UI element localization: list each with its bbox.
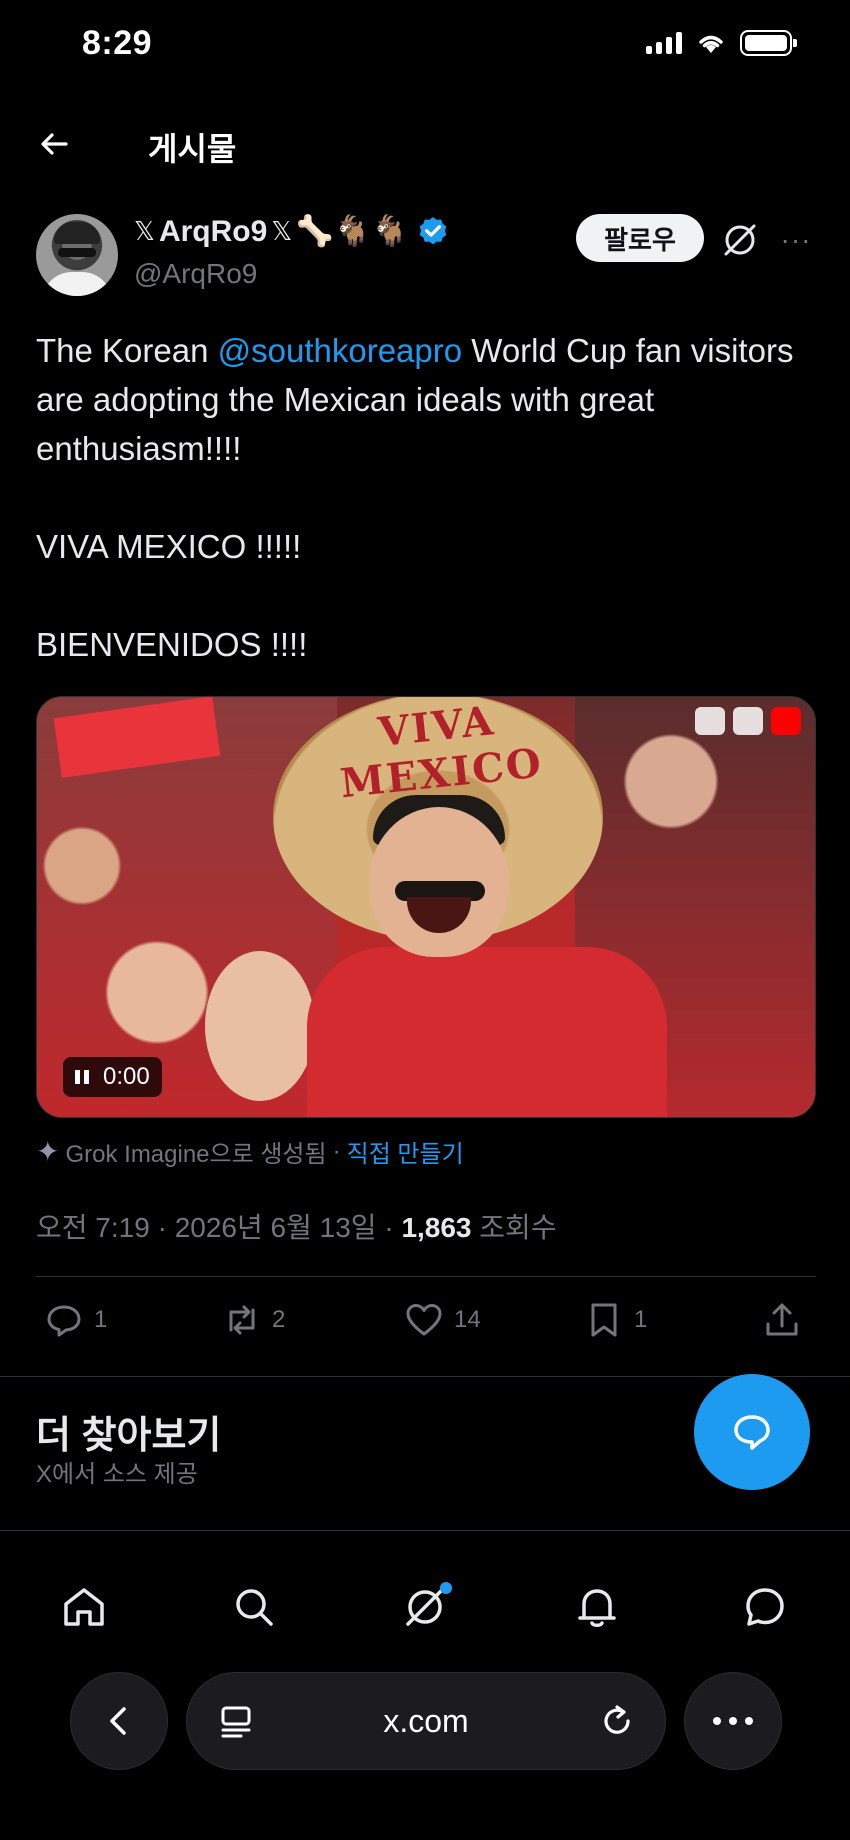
pause-icon[interactable] bbox=[75, 1070, 89, 1084]
bookmark-count: 1 bbox=[634, 1306, 648, 1333]
tweet-time: 오전 7:19 bbox=[36, 1212, 150, 1243]
like-button[interactable]: 14 bbox=[404, 1300, 481, 1340]
chevron-left-icon bbox=[110, 1707, 126, 1735]
share-icon bbox=[766, 1303, 798, 1336]
video-player[interactable]: VIVA MEXICO 0:00 bbox=[36, 696, 816, 1118]
tweet-text-start: The Korean bbox=[36, 332, 218, 369]
chat-icon bbox=[746, 1588, 784, 1626]
page-title: 게시물 bbox=[148, 131, 237, 167]
tweet-meta: 오전 7:19 · 2026년 6월 13일 · 1,863 조회수 bbox=[36, 1212, 557, 1243]
sparkle-icon: ✦ bbox=[36, 1136, 60, 1167]
bottom-tab-bar bbox=[0, 1560, 850, 1652]
engagement-bar: 1 2 14 1 bbox=[36, 1300, 816, 1356]
status-time: 8:29 bbox=[82, 24, 153, 62]
fan-girl bbox=[205, 951, 315, 1101]
browser-back-button[interactable] bbox=[70, 1672, 168, 1770]
x-logo-glyph: 𝕏 bbox=[134, 216, 155, 246]
verified-badge-icon bbox=[419, 216, 447, 244]
grok-create-link[interactable]: 직접 만들기 bbox=[347, 1134, 464, 1169]
video-control-chip[interactable]: 0:00 bbox=[63, 1057, 162, 1097]
discover-more-title: 더 찾아보기 bbox=[36, 1415, 222, 1457]
back-arrow-icon[interactable] bbox=[36, 126, 72, 162]
tab-search[interactable] bbox=[229, 1582, 279, 1632]
tweet-text: The Korean @southkoreapro World Cup fan … bbox=[36, 326, 816, 669]
reload-icon[interactable] bbox=[597, 1701, 637, 1741]
repost-count: 2 bbox=[272, 1306, 286, 1333]
tab-home[interactable] bbox=[59, 1582, 109, 1632]
url-text: x.com bbox=[383, 1703, 469, 1739]
tweet-line-viva: VIVA MEXICO !!!!! bbox=[36, 528, 302, 565]
author-handle[interactable]: @ArqRo9 bbox=[134, 258, 257, 290]
browser-more-button[interactable] bbox=[684, 1672, 782, 1770]
author-name-row[interactable]: 𝕏 ArqRo9 𝕏 🦴🐐🐐 bbox=[134, 214, 450, 249]
display-name: ArqRo9 bbox=[158, 214, 268, 248]
divider bbox=[36, 1276, 816, 1277]
notification-dot bbox=[440, 1582, 452, 1594]
tab-notifications[interactable] bbox=[572, 1582, 622, 1632]
youtube-icon bbox=[771, 707, 801, 735]
bookmark-button[interactable]: 1 bbox=[584, 1300, 647, 1340]
fan-jersey bbox=[307, 947, 667, 1117]
tweet-line-bienvenidos: BIENVENIDOS !!!! bbox=[36, 626, 308, 663]
wifi-icon bbox=[699, 35, 723, 53]
bell-icon bbox=[578, 1589, 616, 1627]
compose-message-button[interactable] bbox=[694, 1374, 810, 1490]
chat-bubble-icon bbox=[734, 1415, 770, 1450]
x-logo-glyph-suffix: 𝕏 bbox=[271, 216, 293, 246]
bookmark-icon bbox=[591, 1303, 617, 1337]
reply-button[interactable]: 1 bbox=[44, 1300, 107, 1340]
view-count: 1,863 bbox=[401, 1212, 472, 1243]
repost-icon bbox=[229, 1305, 255, 1335]
follow-button[interactable]: 팔로우 bbox=[576, 214, 704, 262]
repost-button[interactable]: 2 bbox=[222, 1300, 285, 1340]
more-options-button[interactable]: ··· bbox=[778, 222, 814, 258]
battery-icon bbox=[740, 30, 797, 56]
grok-label: Grok Imagine으로 생성됨 bbox=[65, 1141, 327, 1168]
name-emojis: 🦴🐐🐐 bbox=[296, 215, 409, 248]
mention-link[interactable]: @southkoreapro bbox=[218, 332, 462, 369]
tweet-date: 2026년 6월 13일 bbox=[174, 1212, 377, 1243]
ellipsis-icon bbox=[713, 1717, 753, 1725]
avatar[interactable] bbox=[36, 214, 118, 296]
reply-count: 1 bbox=[94, 1306, 108, 1333]
video-time: 0:00 bbox=[103, 1063, 150, 1090]
status-icons bbox=[646, 30, 797, 56]
view-label: 조회수 bbox=[479, 1212, 557, 1243]
like-count: 14 bbox=[454, 1306, 481, 1333]
home-icon bbox=[64, 1588, 104, 1626]
share-button[interactable] bbox=[762, 1300, 802, 1340]
divider bbox=[0, 1376, 850, 1377]
broadcast-logos bbox=[695, 707, 801, 735]
grok-icon[interactable] bbox=[720, 220, 760, 260]
tab-grok[interactable] bbox=[400, 1582, 452, 1632]
search-icon bbox=[236, 1589, 273, 1626]
grok-separator: · bbox=[332, 1137, 341, 1165]
reply-icon bbox=[47, 1305, 81, 1337]
address-bar[interactable]: x.com bbox=[186, 1672, 666, 1770]
heart-icon bbox=[406, 1304, 442, 1336]
tab-messages[interactable] bbox=[740, 1582, 790, 1632]
grok-attribution: ✦ Grok Imagine으로 생성됨 · 직접 만들기 bbox=[36, 1134, 464, 1169]
cellular-signal-icon bbox=[646, 32, 682, 54]
divider bbox=[0, 1530, 850, 1531]
discover-more-subtitle: X에서 소스 제공 bbox=[36, 1461, 198, 1488]
